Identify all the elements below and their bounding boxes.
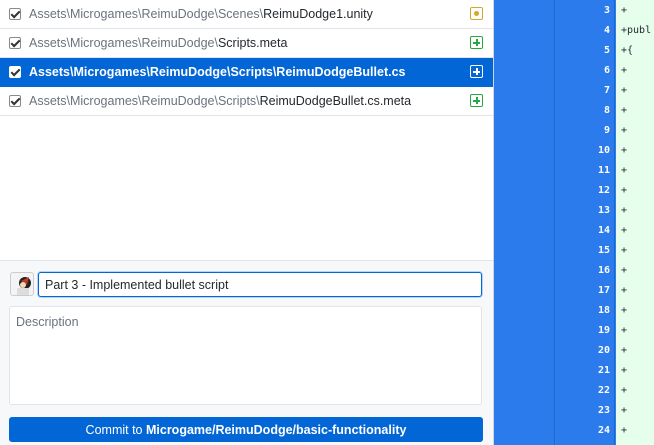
file-path: Assets\Microgames\ReimuDodge\Scripts.met… [29,36,288,50]
diff-line: 17 + [494,281,654,301]
file-row-reimudodge1-unity[interactable]: Assets\Microgames\ReimuDodge\Scenes\Reim… [0,0,493,29]
added-status-icon [470,94,483,107]
diff-line-code: + [621,85,628,96]
diff-line-number: 11 [597,165,610,176]
include-file-checkbox[interactable] [9,66,21,78]
diff-line-number: 16 [597,265,610,276]
diff-line: 9 + [494,121,654,141]
diff-line: 4 +publ [494,21,654,41]
file-row-scripts-meta[interactable]: Assets\Microgames\ReimuDodge\Scripts.met… [0,29,493,58]
diff-line: 8 + [494,101,654,121]
diff-line: 22 + [494,381,654,401]
diff-line-number: 19 [597,325,610,336]
diff-line-number: 13 [597,205,610,216]
diff-line-code: + [621,145,628,156]
added-status-icon [470,65,483,78]
diff-line-code: + [621,345,628,356]
diff-line: 15 + [494,241,654,261]
diff-line-code: + [621,65,628,76]
diff-line-number: 10 [597,145,610,156]
diff-line: 23 + [494,401,654,421]
diff-line-code: + [621,425,628,436]
diff-line-number: 8 [603,105,610,116]
diff-line-number: 12 [597,185,610,196]
diff-line: 16 + [494,261,654,281]
diff-line-number: 22 [597,385,610,396]
commit-description-field[interactable] [9,306,482,405]
diff-line: 10 + [494,141,654,161]
diff-line: 24 + [494,421,654,441]
commit-message-area: Commit to Microgame/ReimuDodge/basic-fun… [0,260,493,445]
diff-line: 6 + [494,61,654,81]
diff-line-code: + [621,305,628,316]
modified-status-icon [470,7,483,20]
commit-button-prefix: Commit to [85,422,146,437]
diff-line: 11 + [494,161,654,181]
diff-line-code: + [621,125,628,136]
diff-line-code: + [621,205,628,216]
diff-line-number: 20 [597,345,610,356]
diff-line-code: + [621,385,628,396]
diff-line: 13 + [494,201,654,221]
diff-line-code: +publ [621,25,652,36]
file-row-reimudodgebullet-cs-meta[interactable]: Assets\Microgames\ReimuDodge\Scripts\Rei… [0,87,493,116]
diff-line-number: 9 [603,125,610,136]
diff-panel: 3 +4 +publ 5 +{6 +7 +8 +9 +10 +11 +12 +13 +14 +15 +16 +… [494,0,654,445]
diff-line-number: 23 [597,405,610,416]
include-file-checkbox[interactable] [9,8,21,20]
diff-line-code: + [621,405,628,416]
commit-button[interactable]: Commit to Microgame/ReimuDodge/basic-fun… [9,417,483,442]
avatar-image [11,273,33,295]
diff-line-number: 17 [597,285,610,296]
diff-line-number: 18 [597,305,610,316]
diff-line-code: + [621,325,628,336]
diff-line-code: + [621,285,628,296]
diff-line-code: + [621,225,628,236]
file-row-reimudodgebullet-cs[interactable]: Assets\Microgames\ReimuDodge\Scripts\Rei… [0,58,493,87]
diff-line: 12 + [494,181,654,201]
diff-line-number: 6 [603,65,610,76]
diff-line-number: 14 [597,225,610,236]
diff-line: 14 + [494,221,654,241]
file-path: Assets\Microgames\ReimuDodge\Scripts\Rei… [29,65,406,79]
diff-line: 5 +{ [494,41,654,61]
diff-line-code: + [621,245,628,256]
diff-line-code: + [621,165,628,176]
diff-line-code: + [621,105,628,116]
diff-line: 21 + [494,361,654,381]
diff-line-code: + [621,265,628,276]
diff-line-number: 21 [597,365,610,376]
diff-line-code: + [621,365,628,376]
diff-line-number: 15 [597,245,610,256]
file-path: Assets\Microgames\ReimuDodge\Scenes\Reim… [29,7,373,21]
diff-line: 7 + [494,81,654,101]
diff-line-number: 7 [603,85,610,96]
avatar [10,272,34,296]
include-file-checkbox[interactable] [9,95,21,107]
diff-line-code: + [621,185,628,196]
include-file-checkbox[interactable] [9,37,21,49]
commit-summary-input[interactable] [38,272,482,297]
diff-line-code: + [621,5,628,16]
diff-line: 18 + [494,301,654,321]
diff-line-number: 4 [603,25,610,36]
diff-line-number: 24 [597,425,610,436]
diff-line-code: +{ [621,45,634,56]
changes-panel: Assets\Microgames\ReimuDodge\Scenes\Reim… [0,0,494,445]
diff-line: 3 + [494,1,654,21]
diff-line-number: 5 [603,45,610,56]
diff-line-number: 3 [603,5,610,16]
diff-line: 19 + [494,321,654,341]
diff-line: 20 + [494,341,654,361]
changed-files-list: Assets\Microgames\ReimuDodge\Scenes\Reim… [0,0,493,260]
file-path: Assets\Microgames\ReimuDodge\Scripts\Rei… [29,94,412,108]
commit-branch-name: Microgame/ReimuDodge/basic-functionality [145,422,407,437]
added-status-icon [470,36,483,49]
